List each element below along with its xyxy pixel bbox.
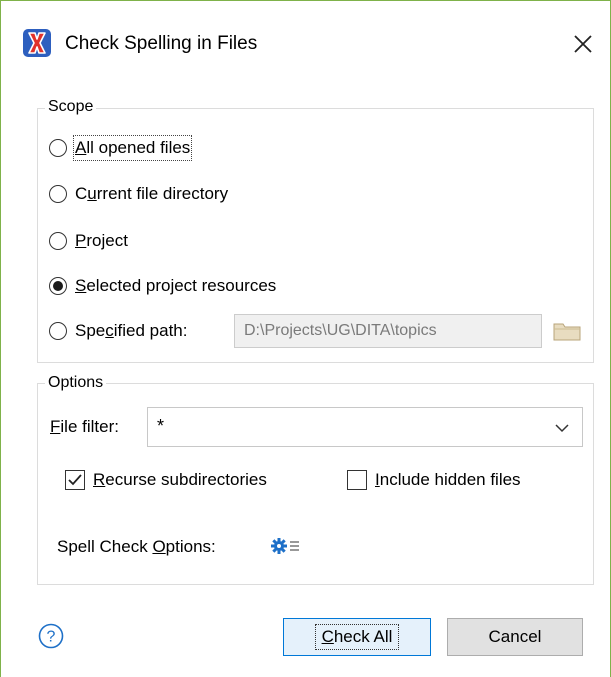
recurse-subdirectories-checkbox[interactable] (65, 470, 85, 490)
radio-button-selected[interactable] (49, 277, 67, 295)
window-title: Check Spelling in Files (65, 33, 258, 54)
checkmark-icon (68, 474, 82, 486)
radio-button[interactable] (49, 139, 67, 157)
radio-button[interactable] (49, 185, 67, 203)
radio-label-all-opened-files: All opened files (72, 135, 193, 161)
include-hidden-files-label: Include hidden files (375, 470, 521, 489)
radio-label-specified-path: Specified path: (75, 321, 188, 340)
chevron-down-icon[interactable] (554, 422, 570, 434)
specified-path-field[interactable]: D:\Projects\UG\DITA\topics (234, 314, 542, 348)
scope-legend: Scope (45, 97, 97, 117)
cancel-button[interactable]: Cancel (447, 618, 583, 656)
include-hidden-files-checkbox-row[interactable]: Include hidden files (347, 466, 521, 494)
radio-dot (53, 281, 63, 291)
radio-selected-project-resources[interactable]: Selected project resources (49, 272, 276, 300)
label-rest: ll opened files (86, 138, 191, 157)
file-filter-value: * (157, 416, 165, 436)
help-icon[interactable]: ? (38, 623, 64, 649)
svg-text:?: ? (47, 629, 56, 646)
file-filter-label: File filter: (50, 417, 119, 436)
radio-button[interactable] (49, 232, 67, 250)
radio-all-opened-files[interactable]: All opened files (49, 134, 193, 162)
radio-button[interactable] (49, 322, 67, 340)
cancel-label: Cancel (488, 627, 542, 646)
radio-label-selected-project-resources: Selected project resources (75, 276, 277, 295)
include-hidden-files-checkbox[interactable] (347, 470, 367, 490)
recurse-subdirectories-checkbox-row[interactable]: Recurse subdirectories (65, 466, 267, 494)
file-filter-combo[interactable]: * (147, 407, 583, 447)
radio-label-current-file-directory: Current file directory (75, 184, 229, 203)
settings-gear-icon[interactable] (271, 536, 305, 556)
options-legend: Options (45, 373, 107, 393)
radio-label-project: Project (75, 231, 128, 250)
radio-project[interactable]: Project (49, 227, 128, 255)
recurse-subdirectories-label: Recurse subdirectories (93, 470, 267, 489)
radio-specified-path[interactable]: Specified path: (49, 317, 187, 345)
dialog-window: Check Spelling in Files Scope All opened… (0, 0, 611, 677)
folder-icon[interactable] (552, 319, 582, 343)
radio-current-file-directory[interactable]: Current file directory (49, 180, 228, 208)
check-all-label: Check All (314, 624, 400, 650)
check-all-button[interactable]: Check All (283, 618, 431, 656)
spell-check-options-label: Spell Check Options: (57, 537, 216, 556)
oxygen-app-icon (23, 29, 51, 57)
close-icon[interactable] (567, 28, 599, 60)
title-bar[interactable]: Check Spelling in Files (1, 1, 610, 87)
